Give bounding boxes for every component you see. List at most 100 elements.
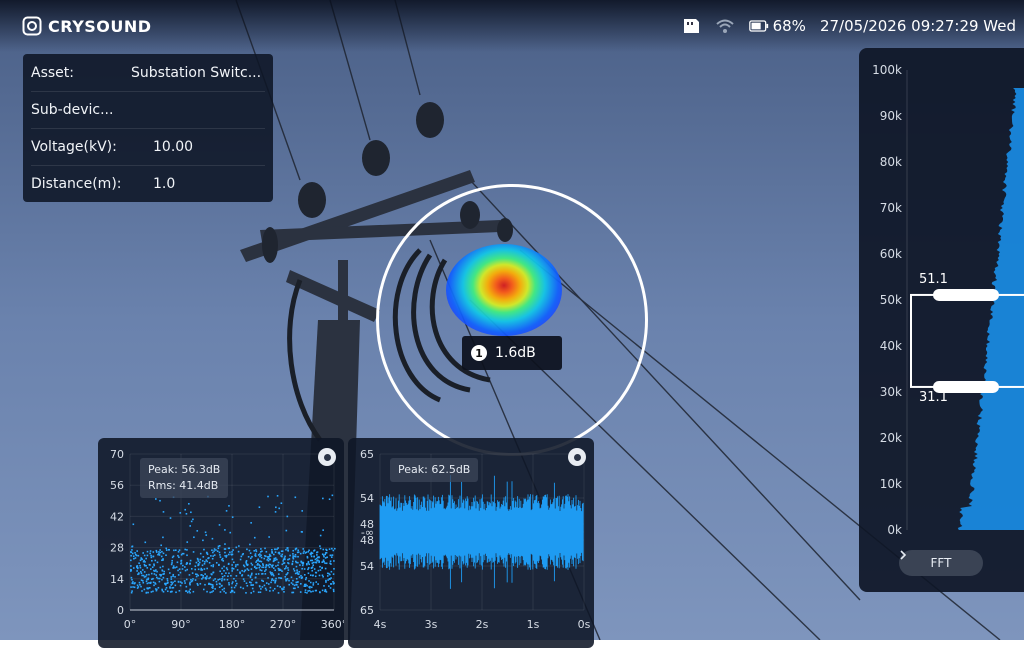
hotspot-db-label[interactable]: 1 1.6dB bbox=[462, 336, 562, 370]
phase-point bbox=[155, 574, 157, 576]
phase-point bbox=[199, 582, 202, 585]
phase-point bbox=[294, 587, 296, 590]
phase-point bbox=[235, 564, 237, 566]
phase-point bbox=[204, 531, 207, 534]
phase-point bbox=[143, 576, 146, 578]
phase-point bbox=[265, 568, 267, 571]
phase-point bbox=[256, 567, 258, 569]
time-stats-box: Peak: 62.5dB bbox=[390, 458, 479, 482]
phase-point bbox=[166, 590, 169, 593]
phase-point bbox=[278, 551, 280, 554]
phase-point bbox=[133, 557, 135, 560]
asset-row-subdevice[interactable]: Sub-devic... bbox=[31, 91, 265, 129]
phase-point bbox=[268, 553, 271, 556]
fft-mode-button[interactable]: FFT bbox=[899, 550, 983, 576]
phase-point bbox=[194, 565, 197, 568]
phase-point bbox=[223, 578, 226, 581]
fft-spectrum-panel[interactable]: 100k 90k 80k 70k 60k 50k 40k 30k 20k 10k 0k 51.1 3… bbox=[859, 48, 1024, 592]
phase-point bbox=[131, 582, 134, 585]
phase-point bbox=[332, 580, 334, 583]
phase-point bbox=[228, 572, 230, 575]
phase-scatter-chart[interactable]: 70 56 42 28 14 00° 90° 180° 270° 360° Peak: 56.3d… bbox=[98, 438, 344, 648]
phase-point bbox=[173, 549, 175, 552]
phase-point bbox=[284, 576, 287, 578]
phase-point bbox=[139, 583, 141, 586]
phase-point bbox=[202, 588, 205, 591]
phase-point bbox=[203, 548, 205, 551]
phase-point bbox=[236, 563, 239, 566]
asset-row-voltage[interactable]: Voltage(kV): 10.00 bbox=[31, 128, 265, 166]
phase-point bbox=[286, 572, 289, 574]
phase-point bbox=[185, 585, 188, 588]
phase-point bbox=[131, 549, 133, 551]
phase-point bbox=[145, 564, 147, 567]
time-waveform-chart[interactable]: 65 54 48 -∞ 48 54 65 4s 3s 2s 1s 0s Peak: 62.5dB bbox=[348, 438, 594, 648]
phase-point bbox=[245, 582, 248, 585]
asset-row-asset[interactable]: Asset: Substation Switc... bbox=[31, 54, 265, 92]
phase-point bbox=[202, 556, 205, 558]
phase-settings-button[interactable] bbox=[318, 448, 336, 466]
phase-point bbox=[325, 562, 328, 565]
phase-point bbox=[325, 591, 328, 593]
phase-point bbox=[260, 588, 262, 590]
phase-point bbox=[250, 522, 252, 524]
sound-heatmap-hotspot bbox=[446, 244, 562, 336]
hotspot-index-badge: 1 bbox=[471, 345, 487, 361]
phase-point bbox=[130, 559, 132, 562]
phase-x-tick: 90° bbox=[171, 618, 191, 631]
phase-point bbox=[317, 559, 319, 562]
phase-point bbox=[208, 561, 211, 564]
phase-point bbox=[242, 587, 245, 590]
phase-point bbox=[174, 580, 176, 583]
phase-point bbox=[158, 553, 160, 555]
phase-point bbox=[204, 583, 206, 586]
phase-point bbox=[251, 579, 253, 581]
phase-point bbox=[155, 551, 158, 553]
phase-point bbox=[286, 577, 289, 580]
phase-point bbox=[153, 569, 155, 572]
phase-y-tick: 42 bbox=[110, 510, 124, 523]
distance-value: 1.0 bbox=[153, 175, 176, 192]
phase-point bbox=[155, 549, 158, 552]
phase-point bbox=[324, 567, 327, 570]
phase-point bbox=[137, 567, 139, 569]
phase-point bbox=[242, 578, 245, 580]
time-settings-button[interactable] bbox=[568, 448, 586, 466]
phase-point bbox=[271, 578, 274, 580]
phase-point bbox=[170, 578, 173, 580]
phase-point bbox=[156, 570, 158, 573]
phase-point bbox=[197, 563, 200, 565]
phase-point bbox=[177, 581, 180, 583]
phase-point bbox=[161, 550, 163, 553]
phase-point bbox=[234, 580, 237, 582]
phase-point bbox=[315, 571, 318, 574]
phase-point bbox=[177, 550, 180, 553]
phase-point bbox=[216, 550, 219, 553]
phase-point bbox=[227, 562, 230, 565]
phase-point bbox=[233, 586, 236, 589]
phase-point bbox=[226, 578, 229, 581]
phase-point bbox=[183, 580, 186, 582]
phase-point bbox=[255, 573, 257, 575]
phase-point bbox=[311, 569, 314, 572]
asset-info-panel[interactable]: Asset: Substation Switc... Sub-devic... … bbox=[23, 54, 273, 202]
phase-x-tick: 270° bbox=[270, 618, 297, 631]
phase-point bbox=[276, 558, 278, 561]
phase-point bbox=[274, 548, 276, 551]
phase-point bbox=[224, 551, 226, 554]
phase-point bbox=[261, 550, 263, 553]
fft-plot: 100k 90k 80k 70k 60k 50k 40k 30k 20k 10k 0k bbox=[872, 63, 1024, 537]
phase-point bbox=[258, 585, 261, 587]
phase-point bbox=[204, 573, 206, 575]
phase-point bbox=[201, 578, 203, 580]
phase-point bbox=[130, 565, 132, 567]
phase-point bbox=[157, 577, 159, 580]
phase-point bbox=[302, 548, 305, 550]
time-x-tick: 2s bbox=[476, 618, 489, 631]
asset-row-distance[interactable]: Distance(m): 1.0 bbox=[31, 165, 265, 202]
phase-point bbox=[330, 556, 333, 558]
phase-point bbox=[295, 583, 297, 586]
phase-point bbox=[314, 589, 317, 592]
phase-point bbox=[264, 587, 267, 590]
phase-point bbox=[141, 574, 143, 577]
